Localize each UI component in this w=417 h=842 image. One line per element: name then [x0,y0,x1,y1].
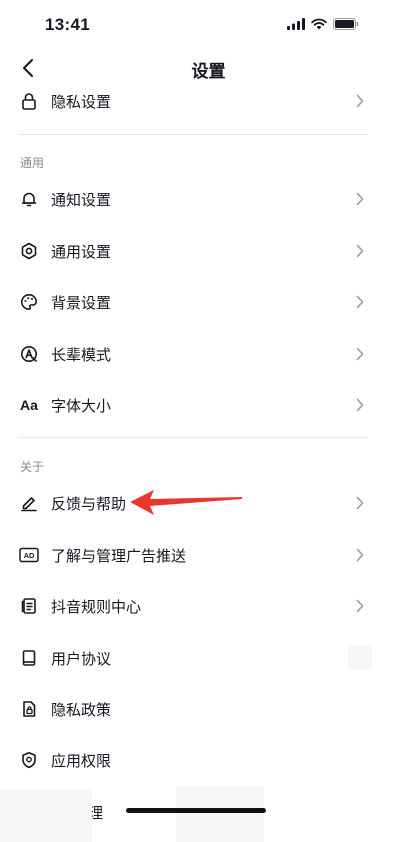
chevron-right-icon [354,295,366,309]
settings-row-elder-mode[interactable]: 长辈模式 [0,332,390,376]
row-label: 应用权限 [51,752,112,770]
pencil-icon [18,492,40,514]
gear-icon [18,240,40,262]
status-icons [287,17,359,35]
book-icon [18,647,40,669]
ad-icon-text: AD [24,551,35,560]
wifi-icon [311,17,327,35]
chevron-right-icon [354,398,366,412]
chevron-right-icon [354,599,366,613]
watermark-block [348,646,372,670]
settings-row-background[interactable]: 背景设置 [0,280,390,324]
settings-row-user-agreement[interactable]: 用户协议 [0,636,390,680]
row-label: 通用设置 [51,243,112,261]
settings-row-notifications[interactable]: 通知设置 [0,177,390,221]
elder-mode-icon [18,343,40,365]
red-arrow-annotation [130,490,242,515]
chevron-right-icon [354,347,366,361]
divider [18,437,368,438]
settings-row-font-size[interactable]: Aa 字体大小 [0,383,390,427]
row-label: 通知设置 [51,191,112,209]
document-icon [18,595,40,617]
lock-icon [18,90,40,112]
watermark-block [0,790,92,842]
row-label: 背景设置 [51,294,112,312]
settings-row-privacy[interactable]: 隐私设置 [0,79,390,123]
font-size-icon: Aa [20,397,38,413]
settings-row-general[interactable]: 通用设置 [0,229,390,273]
battery-icon [333,17,359,35]
privacy-doc-icon [18,698,40,720]
chevron-right-icon [354,548,366,562]
chevron-right-icon [354,192,366,206]
status-time: 13:41 [45,15,90,34]
section-header-general: 通用 [20,156,45,170]
row-label: 用户协议 [51,650,112,668]
home-indicator [126,808,266,813]
row-label: 抖音规则中心 [51,598,142,616]
chevron-right-icon [354,496,366,510]
row-label: 了解与管理广告推送 [51,547,187,565]
chevron-right-icon [354,94,366,108]
divider [18,134,368,135]
row-label: 隐私设置 [51,93,112,111]
row-label: 反馈与帮助 [51,495,127,513]
location-shield-icon [18,749,40,771]
settings-row-ad-management[interactable]: AD 了解与管理广告推送 [0,533,390,577]
bell-icon [18,188,40,210]
section-header-about: 关于 [20,460,45,474]
row-label: 长辈模式 [51,346,112,364]
cellular-signal-icon [287,17,305,35]
ad-icon: AD [18,544,40,566]
watermark-block [176,786,264,842]
palette-icon [18,291,40,313]
settings-row-app-permissions[interactable]: 应用权限 [0,738,390,782]
settings-row-privacy-policy[interactable]: 隐私政策 [0,687,390,731]
row-label: 隐私政策 [51,701,112,719]
settings-row-rules-center[interactable]: 抖音规则中心 [0,584,390,628]
status-bar: 13:41 [0,0,417,50]
chevron-right-icon [354,244,366,258]
row-label: 字体大小 [51,397,112,415]
